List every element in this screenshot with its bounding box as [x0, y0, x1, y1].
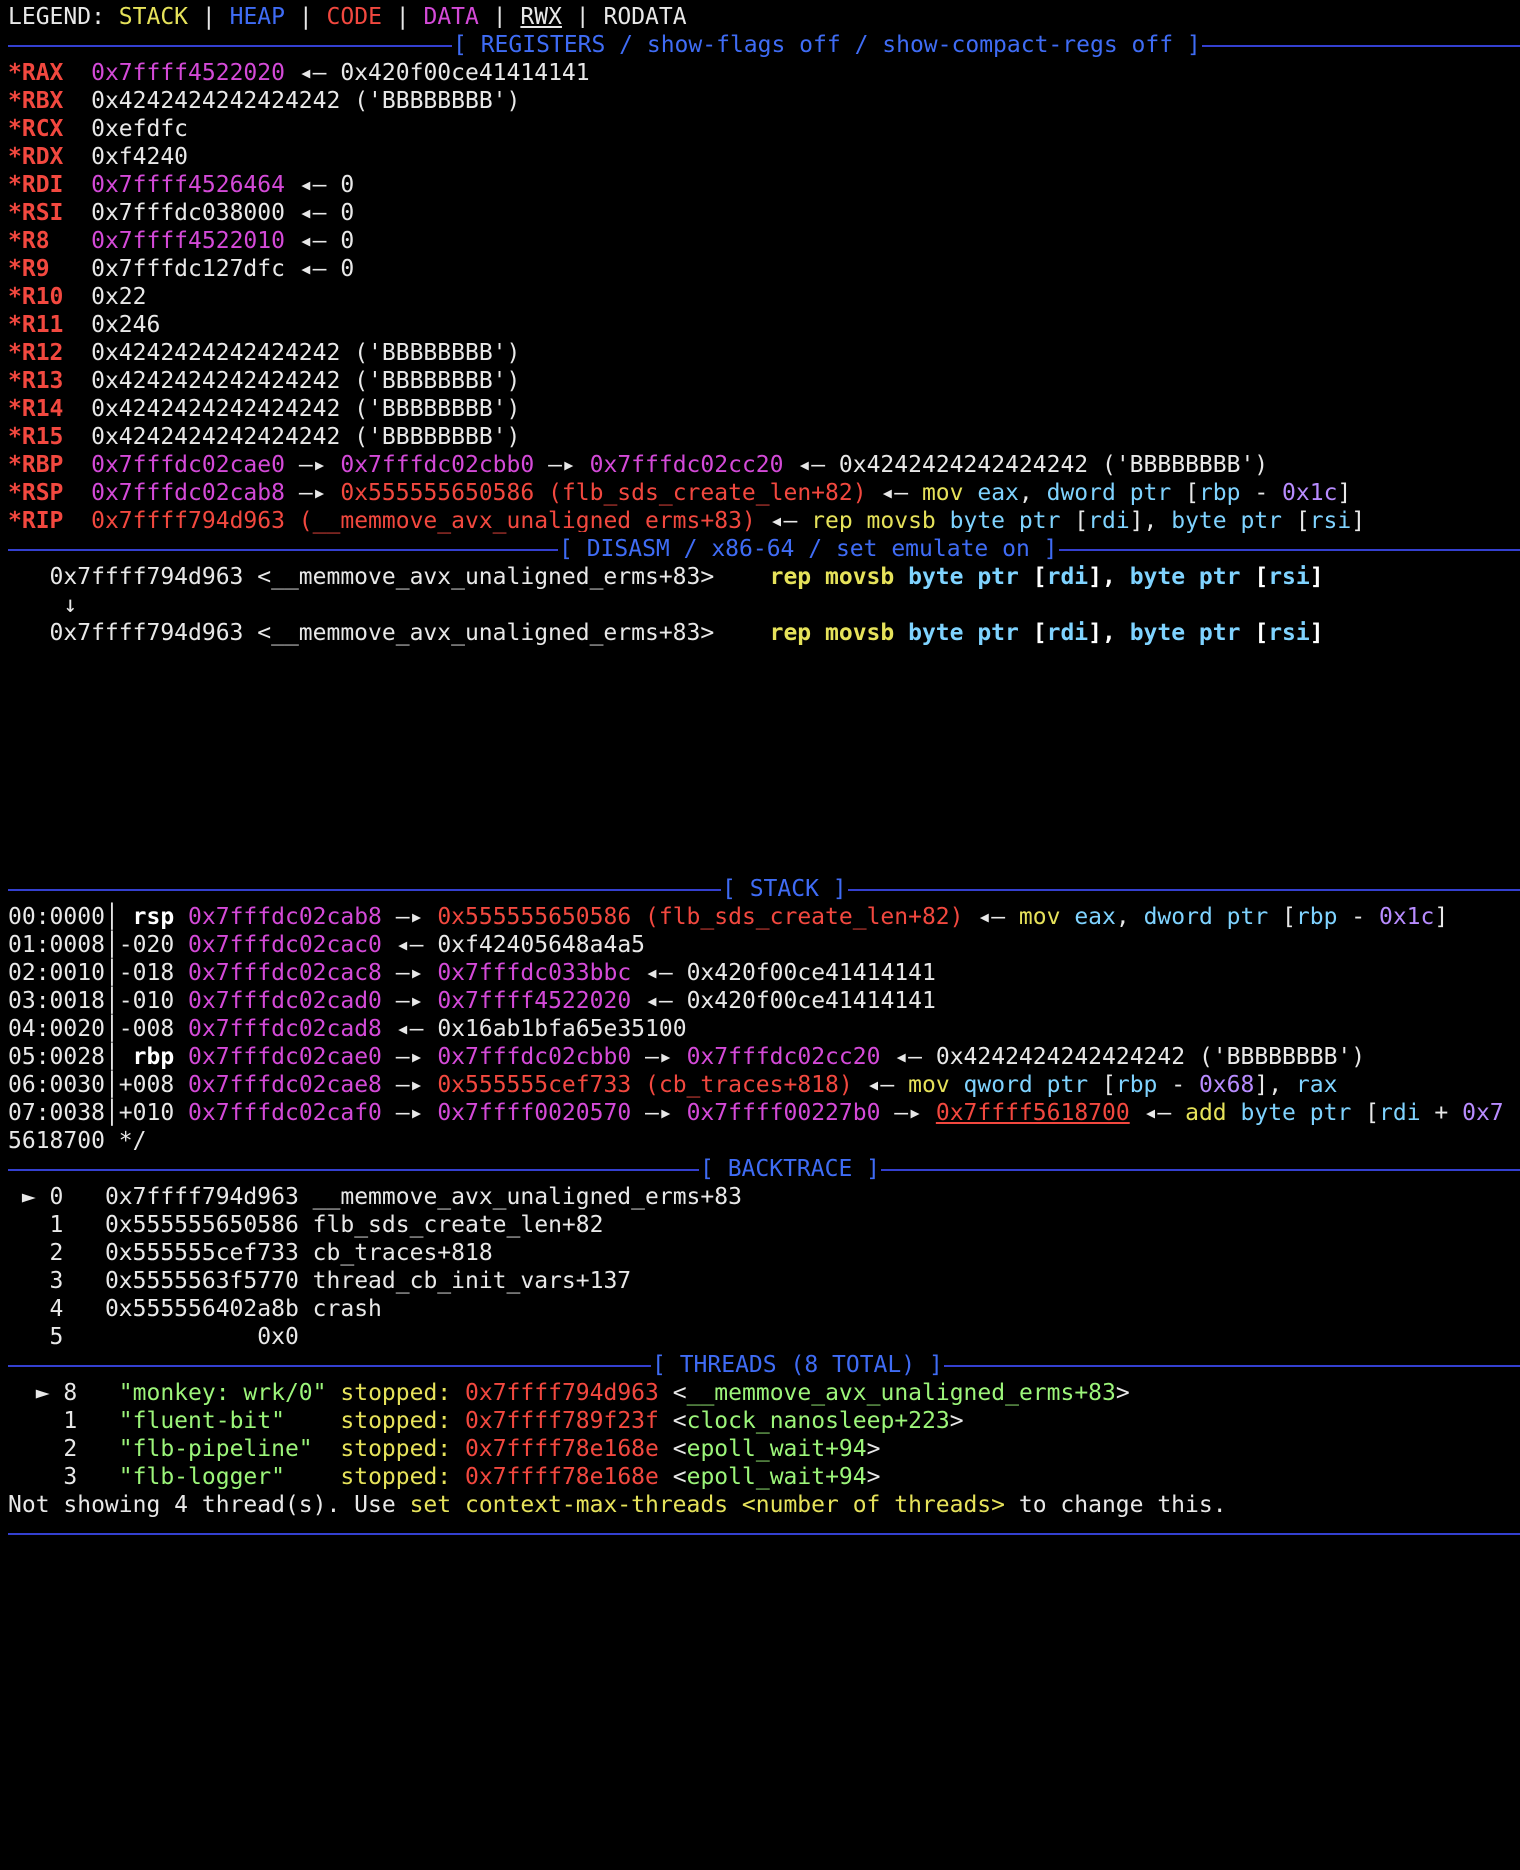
- down-arrow-icon: ↓: [63, 592, 78, 618]
- legend-label: LEGEND:: [8, 4, 105, 30]
- bottom-separator: [8, 1516, 1520, 1550]
- disasm-line-next: 0x7ffff794d963 <__memmove_avx_unaligned_…: [49, 620, 1324, 646]
- legend-data: DATA: [423, 4, 479, 30]
- terminal: LEGEND: STACK | HEAP | CODE | DATA | RWX…: [0, 0, 1520, 1870]
- legend-rodata: RODATA: [603, 4, 687, 30]
- legend-rwx: RWX: [520, 4, 562, 30]
- legend-heap: HEAP: [229, 4, 285, 30]
- legend-code: CODE: [326, 4, 382, 30]
- legend-stack: STACK: [118, 4, 189, 30]
